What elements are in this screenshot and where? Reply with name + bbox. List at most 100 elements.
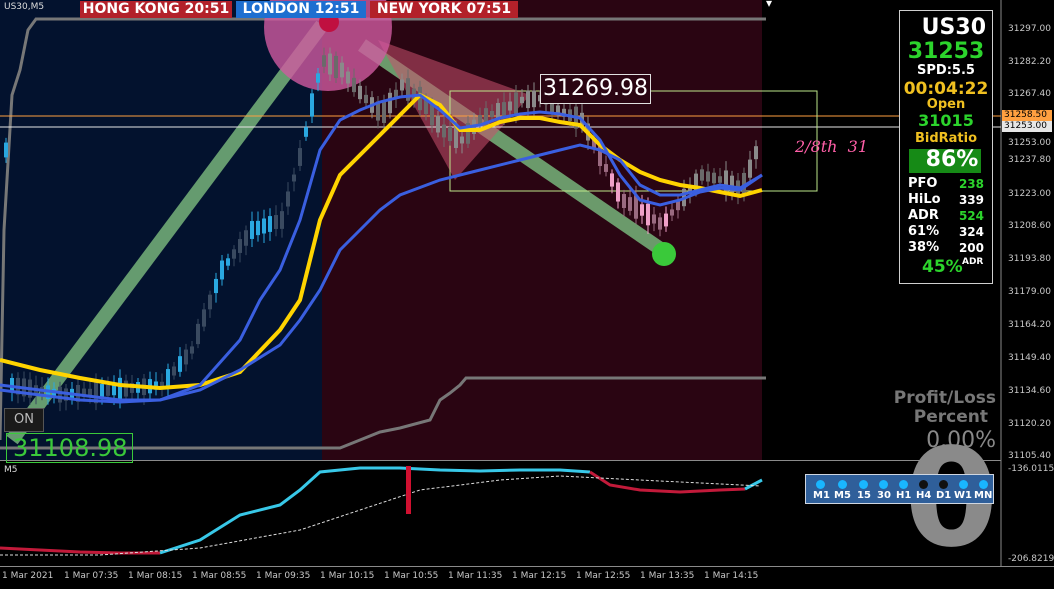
tf-15[interactable]: 15 — [857, 490, 871, 501]
candle-body — [274, 215, 278, 229]
price-tick: 31223.00 — [1008, 189, 1051, 199]
stat-pfo-value: 238 — [958, 177, 984, 191]
stat-hilo-label: HiLo — [908, 192, 941, 207]
tf-m1-dot — [816, 480, 825, 489]
sub-tick: -136.0115 — [1008, 464, 1054, 474]
panel-bidratio-value: 86% — [925, 147, 979, 172]
low-marker: 31108.98 — [6, 433, 133, 463]
time-tick: 1 Mar 08:15 — [128, 571, 183, 581]
candle-body — [4, 142, 8, 158]
tf-w1-dot — [959, 480, 968, 489]
candle-body — [754, 146, 758, 160]
candle-body — [346, 71, 350, 84]
candle-body — [250, 221, 254, 239]
candle-body — [334, 55, 338, 79]
candle-body — [400, 79, 404, 91]
candle-body — [328, 53, 332, 75]
candle-body — [238, 239, 242, 253]
candle-body — [658, 217, 662, 230]
pl-title-1: Profit/Loss — [893, 388, 996, 408]
candle-body — [700, 169, 704, 181]
time-tick: 1 Mar 12:15 — [512, 571, 567, 581]
time-tick: 1 Mar 2021 — [2, 571, 54, 581]
tf-d1[interactable]: D1 — [936, 490, 951, 501]
candle-body — [502, 102, 506, 116]
candle-body — [532, 90, 536, 108]
ask-price-tag: 31258.50 — [1002, 110, 1052, 121]
session-hong-kong: HONG KONG 20:51 — [80, 1, 232, 18]
candle-body — [268, 216, 272, 232]
on-button[interactable]: ON — [4, 408, 44, 432]
candle-body — [646, 203, 650, 226]
candle-body — [196, 323, 200, 345]
stat-38-value: 200 — [958, 241, 984, 255]
candle-body — [556, 105, 560, 113]
symbol-label: US30,M5 — [4, 2, 45, 12]
candle-body — [226, 258, 230, 266]
price-tick: 31164.20 — [1008, 320, 1051, 330]
tf-h4[interactable]: H4 — [916, 490, 931, 501]
candle-body — [520, 96, 524, 104]
price-tick: 31179.00 — [1008, 287, 1051, 297]
bid-price-tag: 31253.00 — [1002, 121, 1052, 132]
stat-adr-value: 524 — [958, 209, 984, 223]
price-tick: 31282.20 — [1008, 57, 1051, 67]
candle-body — [664, 213, 668, 227]
candle-body — [628, 197, 632, 211]
price-tick: 31237.80 — [1008, 155, 1051, 165]
price-tick: 31120.20 — [1008, 419, 1051, 429]
bottom-marker — [652, 242, 676, 266]
tf-mn-dot — [979, 480, 988, 489]
candle-body — [442, 124, 446, 138]
candle-body — [460, 136, 464, 144]
candle-body — [652, 214, 656, 224]
info-panel: US30 31253 SPD:5.5 00:04:22 Open 31015 B… — [899, 10, 993, 284]
candle-body — [316, 73, 320, 83]
candle-body — [304, 127, 308, 137]
candle-body — [124, 380, 128, 397]
tf-30[interactable]: 30 — [877, 490, 891, 501]
price-tick: 31193.80 — [1008, 254, 1051, 264]
candle-body — [256, 220, 260, 236]
close-icon[interactable]: ▾ — [766, 0, 772, 10]
candle-body — [202, 309, 206, 327]
candle-body — [382, 101, 386, 123]
tf-m1[interactable]: M1 — [813, 490, 830, 501]
sub-tick: -206.8219 — [1008, 554, 1054, 564]
osc-spike — [406, 466, 411, 514]
tf-w1[interactable]: W1 — [954, 490, 972, 501]
panel-countdown: 00:04:22 — [903, 79, 989, 99]
candle-body — [718, 176, 722, 183]
time-tick: 1 Mar 12:55 — [576, 571, 631, 581]
panel-price: 31253 — [907, 39, 985, 64]
price-tick: 31253.00 — [1008, 138, 1051, 148]
price-tick: 31267.40 — [1008, 89, 1051, 99]
candle-body — [508, 101, 512, 111]
candle-body — [748, 159, 752, 178]
candle-body — [262, 218, 266, 234]
candle-body — [310, 93, 314, 117]
candle-body — [514, 92, 518, 114]
candle-body — [172, 366, 176, 376]
fib-text: 2/8th 31 — [795, 137, 869, 156]
time-tick: 1 Mar 10:55 — [384, 571, 439, 581]
tf-h1[interactable]: H1 — [896, 490, 911, 501]
tf-15-dot — [859, 480, 868, 489]
osc-cyan — [159, 466, 591, 555]
tf-mn[interactable]: MN — [974, 490, 992, 501]
candle-body — [706, 171, 710, 182]
candle-body — [214, 278, 218, 294]
candle-body — [178, 356, 182, 372]
candle-body — [322, 55, 326, 67]
candle-body — [58, 386, 62, 403]
tf-m5-dot — [838, 480, 847, 489]
panel-open-label: Open — [926, 97, 966, 112]
candle-body — [448, 126, 452, 142]
time-tick: 1 Mar 11:35 — [448, 571, 503, 581]
candle-body — [232, 249, 236, 259]
time-tick: 1 Mar 10:15 — [320, 571, 375, 581]
candle-body — [184, 349, 188, 365]
session-new-york: NEW YORK 07:51 — [370, 1, 518, 18]
tf-m5[interactable]: M5 — [834, 490, 851, 501]
session-london: LONDON 12:51 — [236, 1, 366, 18]
